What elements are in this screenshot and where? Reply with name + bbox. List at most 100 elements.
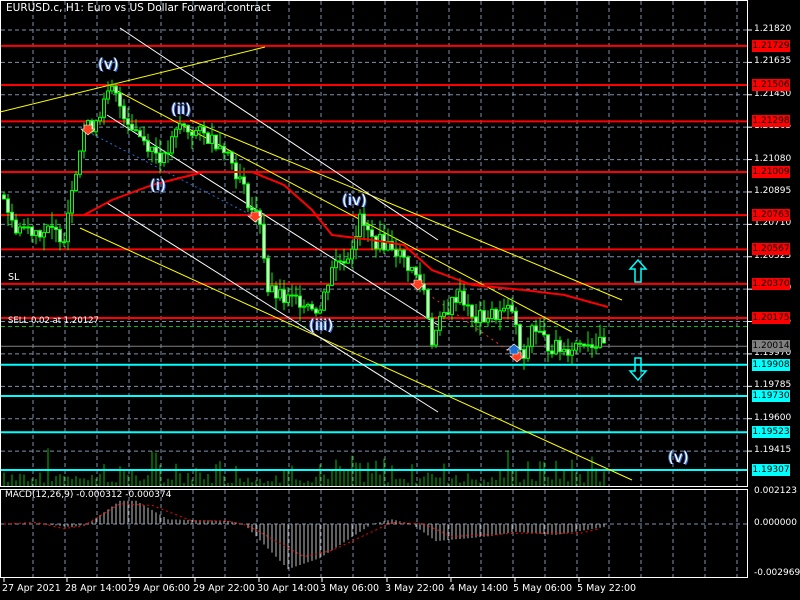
candle bbox=[462, 290, 466, 306]
candle bbox=[10, 211, 14, 221]
candle bbox=[246, 183, 250, 209]
candle bbox=[2, 194, 6, 200]
candle bbox=[122, 105, 126, 120]
resistance-price-tag: 1.21506 bbox=[752, 78, 790, 91]
candle bbox=[438, 315, 442, 331]
candle bbox=[442, 312, 446, 317]
candle bbox=[106, 90, 110, 100]
candle bbox=[394, 249, 398, 257]
candle bbox=[566, 348, 570, 356]
candle bbox=[486, 318, 490, 323]
sl-label: SL bbox=[8, 272, 20, 283]
candle bbox=[574, 342, 578, 351]
candle bbox=[94, 120, 98, 133]
candle bbox=[134, 129, 138, 132]
candle bbox=[18, 226, 22, 234]
candle bbox=[274, 285, 278, 299]
candle bbox=[154, 146, 158, 154]
resistance-price-tag: 1.21729 bbox=[752, 39, 790, 52]
price-tick: 1.21820 bbox=[754, 24, 792, 34]
candle bbox=[550, 350, 554, 355]
candle bbox=[242, 176, 246, 185]
candle bbox=[470, 304, 474, 318]
candle bbox=[494, 308, 498, 320]
candle bbox=[210, 134, 214, 144]
candle bbox=[514, 310, 518, 326]
candle bbox=[290, 294, 294, 297]
candle bbox=[226, 151, 230, 154]
candle bbox=[466, 304, 470, 307]
candle bbox=[162, 152, 166, 163]
candle bbox=[370, 229, 374, 237]
candle bbox=[334, 260, 338, 269]
candle bbox=[158, 152, 162, 163]
candle bbox=[6, 198, 10, 213]
sell-order-label: SELL 0.02 at 1.20127 bbox=[8, 316, 99, 326]
support-price-tag: 1.19730 bbox=[752, 389, 790, 402]
candle bbox=[362, 213, 366, 226]
candle bbox=[230, 151, 234, 164]
candle bbox=[538, 330, 542, 333]
candle bbox=[374, 235, 378, 250]
candle bbox=[102, 98, 106, 118]
price-chart[interactable] bbox=[0, 0, 800, 600]
candle bbox=[450, 296, 454, 315]
candle bbox=[446, 312, 450, 315]
price-tick: 1.20895 bbox=[754, 185, 792, 196]
macd-panel-frame bbox=[0, 489, 748, 578]
candle bbox=[254, 209, 258, 212]
candle bbox=[518, 324, 522, 351]
candle bbox=[602, 336, 606, 344]
wave-label-iii: (iii) bbox=[309, 316, 334, 334]
candle bbox=[594, 346, 598, 349]
candle bbox=[150, 146, 154, 152]
support-price-tag: 1.19523 bbox=[752, 426, 790, 439]
price-tick: 1.21635 bbox=[754, 56, 792, 67]
wave-label-i: (i) bbox=[150, 176, 166, 194]
candle bbox=[70, 190, 74, 214]
candle bbox=[118, 92, 122, 107]
candle bbox=[146, 140, 150, 152]
candle bbox=[234, 162, 238, 180]
candle bbox=[238, 176, 242, 180]
candle bbox=[110, 85, 114, 92]
candle bbox=[202, 126, 206, 134]
candle bbox=[130, 123, 134, 131]
candle bbox=[590, 344, 594, 349]
trend-line bbox=[106, 114, 439, 326]
candle bbox=[402, 249, 406, 258]
candle bbox=[266, 257, 270, 293]
candle bbox=[534, 325, 538, 332]
candle bbox=[222, 145, 226, 154]
price-tick: 1.21080 bbox=[754, 153, 792, 164]
candle bbox=[366, 224, 370, 231]
candle bbox=[214, 134, 218, 150]
candle bbox=[82, 129, 86, 152]
candle bbox=[430, 317, 434, 346]
candle bbox=[474, 316, 478, 324]
trend-line bbox=[119, 27, 439, 241]
time-label: 29 Apr 06:00 bbox=[128, 583, 190, 594]
price-tick: 1.19785 bbox=[754, 380, 792, 391]
time-label: 30 Apr 14:00 bbox=[257, 583, 319, 594]
resistance-price-tag: 1.21009 bbox=[752, 166, 790, 178]
time-label: 28 Apr 14:00 bbox=[65, 583, 127, 594]
candle bbox=[286, 294, 290, 303]
candle bbox=[142, 136, 146, 142]
candle bbox=[126, 118, 130, 125]
candle bbox=[166, 152, 170, 155]
candle bbox=[194, 130, 198, 136]
candle bbox=[526, 345, 530, 359]
candle bbox=[294, 294, 298, 297]
time-label: 5 May 06:00 bbox=[513, 583, 573, 594]
candle bbox=[342, 261, 346, 264]
arrow-down-icon bbox=[628, 356, 648, 386]
candle bbox=[510, 304, 514, 312]
candle bbox=[406, 256, 410, 271]
candle bbox=[562, 348, 566, 353]
arrow-up-icon bbox=[628, 258, 648, 288]
candle bbox=[182, 123, 186, 126]
time-label: 3 May 06:00 bbox=[320, 583, 380, 594]
candle bbox=[278, 289, 282, 299]
candle bbox=[498, 310, 502, 320]
